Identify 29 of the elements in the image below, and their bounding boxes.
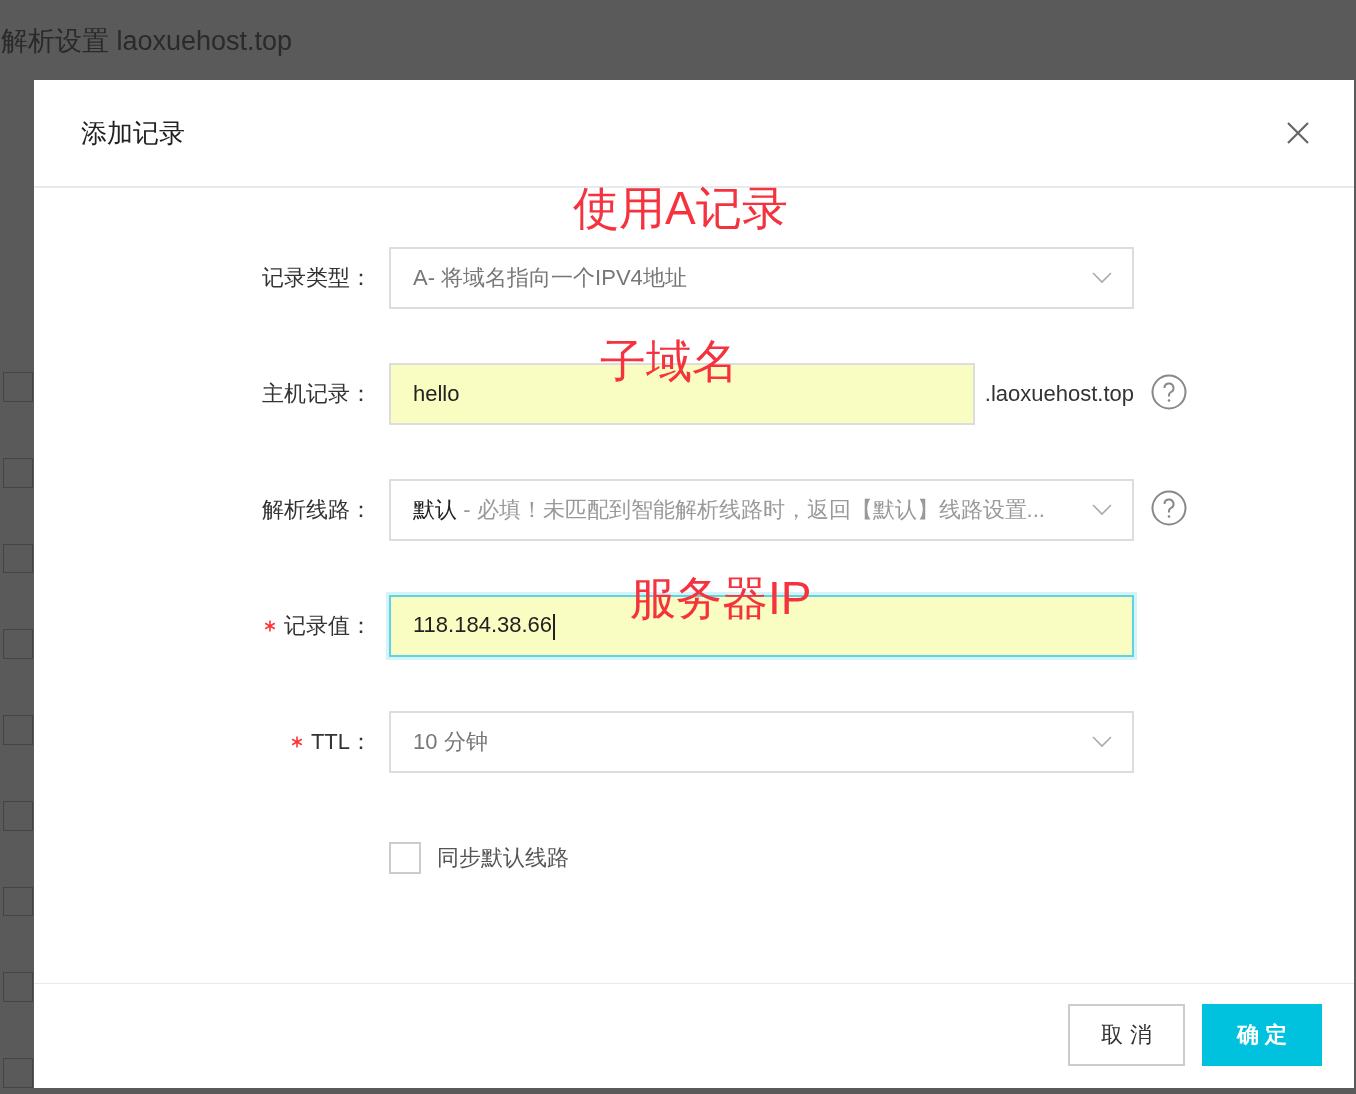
help-icon[interactable] xyxy=(1151,490,1187,526)
checkbox-outline-icon xyxy=(3,372,33,402)
checkbox-outline-icon xyxy=(3,972,33,1003)
checkbox-outline-icon xyxy=(3,886,33,917)
annotation-text: 使用A记录 xyxy=(573,185,788,231)
help-icon[interactable] xyxy=(1151,374,1187,410)
field-label: 主机记录： xyxy=(262,380,372,408)
checkbox-outline-icon xyxy=(3,629,33,660)
field-label: 解析线路： xyxy=(262,496,372,524)
close-button[interactable] xyxy=(1286,121,1310,145)
checkbox[interactable] xyxy=(389,842,421,874)
field-label: 记录类型： xyxy=(262,264,372,292)
dialog-title: 添加记录 xyxy=(81,116,185,150)
field-label: 记录值： xyxy=(284,612,372,640)
select-field[interactable]: 10 分钟 xyxy=(389,711,1134,773)
chevron-down-icon xyxy=(1092,736,1112,748)
chevron-down-icon xyxy=(1092,504,1112,516)
checkbox-outline-icon xyxy=(3,543,33,574)
checkbox-outline-icon xyxy=(3,800,33,831)
checkbox-label: 同步默认线路 xyxy=(437,844,569,872)
checkbox-outline-icon xyxy=(3,457,33,488)
select-field[interactable]: 默认 - 必填！未匹配到智能解析线路时，返回【默认】线路设置... xyxy=(389,479,1134,541)
field-label: TTL： xyxy=(310,728,372,756)
domain-suffix: .laoxuehost.top xyxy=(984,381,1134,407)
checkbox-outline-icon xyxy=(3,715,33,745)
chevron-down-icon xyxy=(1092,272,1112,284)
select-field[interactable]: A- 将域名指向一个IPV4地址 xyxy=(389,247,1134,309)
checkbox-outline-icon xyxy=(3,1058,33,1089)
cancel-button[interactable]: 取 消 xyxy=(1068,1004,1185,1066)
